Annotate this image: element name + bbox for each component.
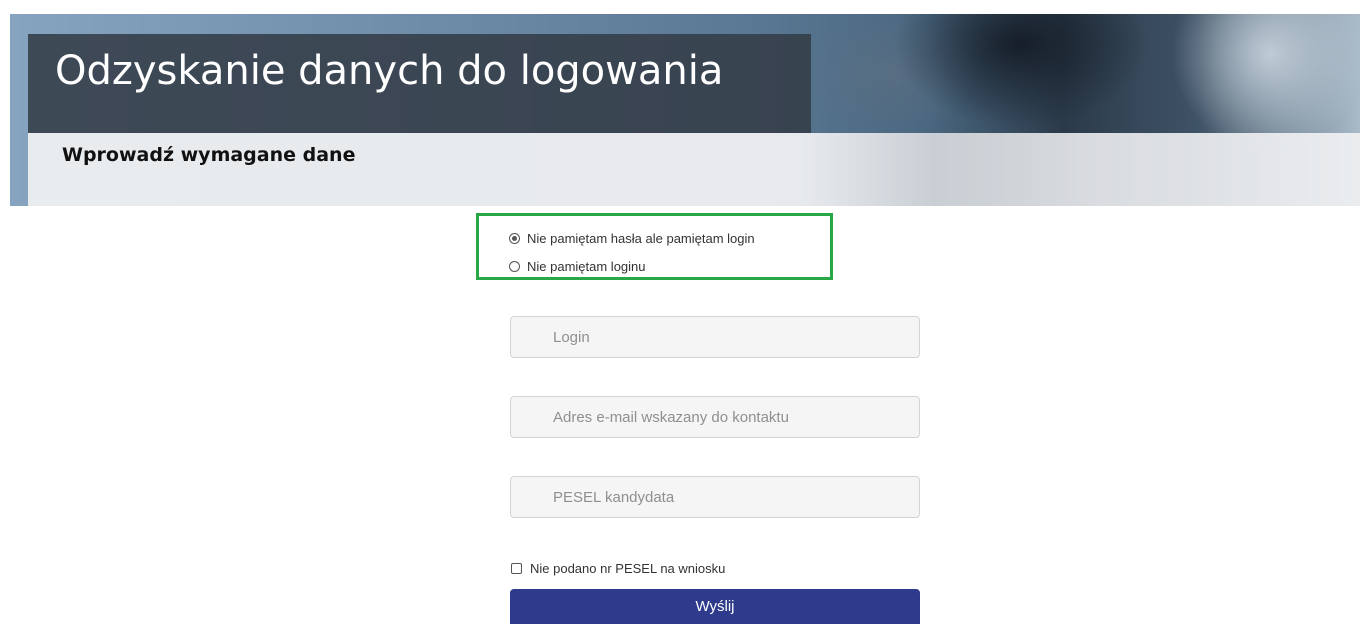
pesel-input[interactable] <box>510 476 920 518</box>
radio-forgot-login[interactable]: Nie pamiętam loginu <box>509 257 646 275</box>
no-pesel-label: Nie podano nr PESEL na wniosku <box>530 560 726 576</box>
radio-button-unchecked[interactable] <box>509 260 520 272</box>
radio-remember-login-label: Nie pamiętam hasła ale pamiętam login <box>527 230 755 246</box>
radio-button-checked[interactable] <box>509 232 520 244</box>
email-input[interactable] <box>510 396 920 438</box>
page-subtitle: Wprowadź wymagane dane <box>62 144 356 166</box>
page: Odzyskanie danych do logowania Wprowadź … <box>0 0 1360 624</box>
no-pesel-option[interactable]: Nie podano nr PESEL na wniosku <box>511 559 725 577</box>
login-input[interactable] <box>510 316 920 358</box>
radio-remember-login[interactable]: Nie pamiętam hasła ale pamiętam login <box>509 229 755 247</box>
submit-button[interactable]: Wyślij <box>510 589 920 624</box>
no-pesel-checkbox[interactable] <box>511 562 522 574</box>
header-banner <box>10 14 1360 206</box>
page-title: Odzyskanie danych do logowania <box>55 48 724 94</box>
radio-forgot-login-label: Nie pamiętam loginu <box>527 258 646 274</box>
